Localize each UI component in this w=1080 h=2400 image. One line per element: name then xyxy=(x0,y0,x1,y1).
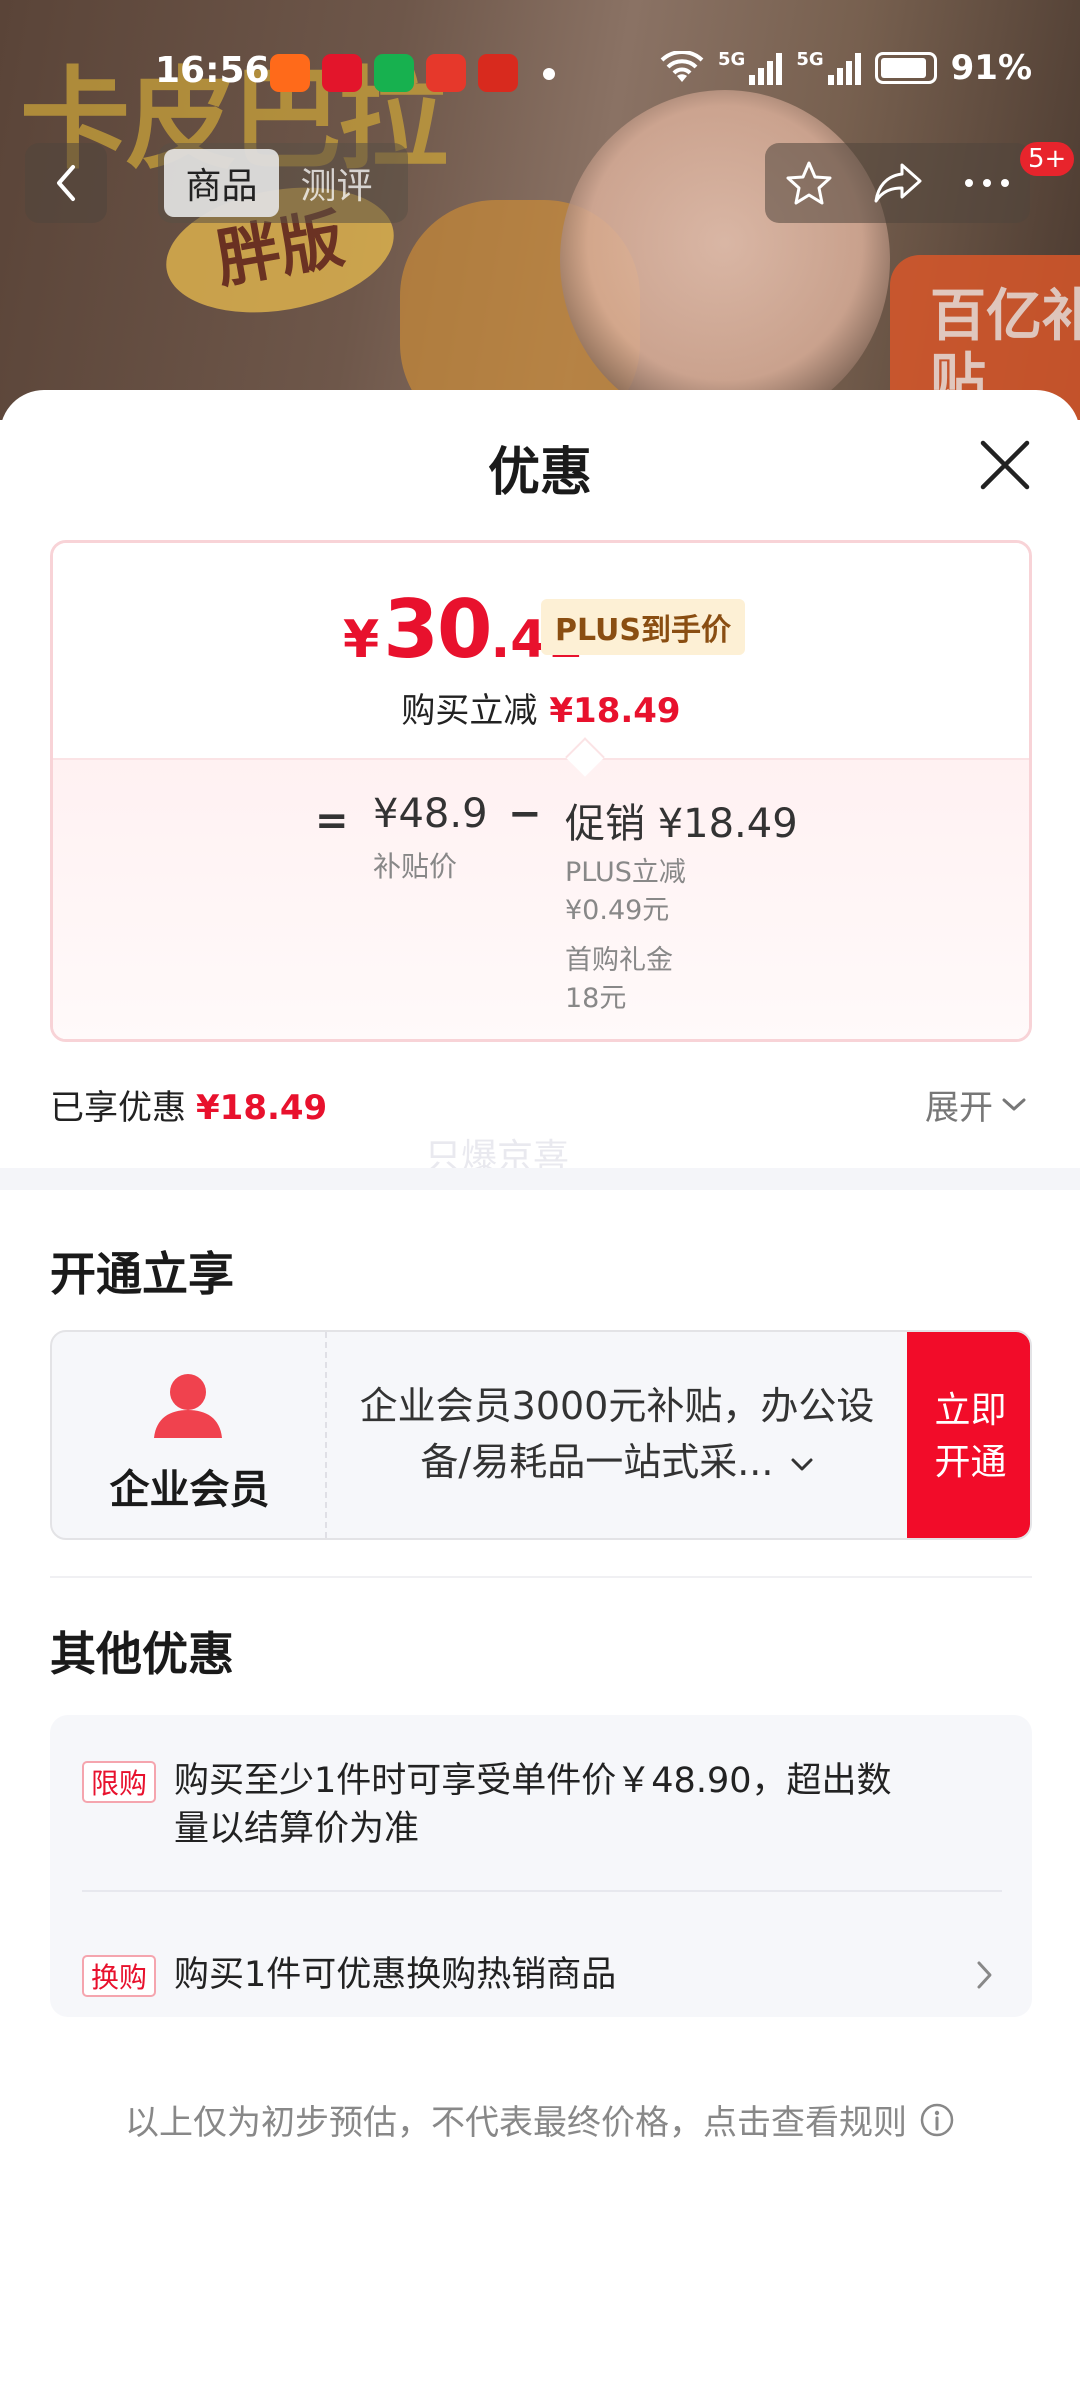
final-price-currency: ¥ xyxy=(343,610,380,670)
subsidy-price-label: 补贴价 xyxy=(373,850,458,883)
more-icon[interactable] xyxy=(963,177,1011,189)
offer-tag: 限购 xyxy=(82,1761,157,1803)
member-description[interactable]: 企业会员3000元补贴，办公设备/易耗品一站式采... xyxy=(352,1378,882,1490)
promo-line: ¥0.49元 xyxy=(565,895,670,926)
network-2-label: 5G xyxy=(796,49,824,70)
product-tabs: 商品 测评 xyxy=(158,143,408,223)
app-icon-5 xyxy=(478,54,518,92)
tab-review[interactable]: 测评 xyxy=(279,149,394,217)
enjoyed-discount-value: ¥18.49 xyxy=(196,1088,328,1128)
status-time: 16:56 xyxy=(155,50,270,91)
enjoyed-discount: 已享优惠 ¥18.49 xyxy=(50,1080,327,1129)
instant-discount: 购买立减 ¥18.49 xyxy=(53,683,1029,732)
member-name: 企业会员 xyxy=(109,1467,270,1513)
app-icon-1 xyxy=(270,54,310,92)
price-card: ¥ 30 .41 PLUS到手价 购买立减 ¥18.49 = ¥48.9 补贴价 … xyxy=(50,540,1032,1042)
chevron-right-icon[interactable] xyxy=(970,1955,1000,1995)
other-offers-card: 限购 购买至少1件时可享受单件价￥48.90，超出数量以结算价为准 换购 购买1… xyxy=(50,1715,1032,2017)
member-identity: 企业会员 xyxy=(52,1332,327,1538)
offer-limit-row: 限购 购买至少1件时可享受单件价￥48.90，超出数量以结算价为准 xyxy=(82,1757,1002,1853)
offer-tag: 换购 xyxy=(82,1955,157,1997)
open-membership-label: 立即开通 xyxy=(934,1390,1007,1483)
notification-app-icons xyxy=(270,54,518,92)
enjoyed-discount-label: 已享优惠 xyxy=(50,1088,186,1128)
offer-text: 购买至少1件时可享受单件价￥48.90，超出数量以结算价为准 xyxy=(174,1761,892,1849)
app-icon-2 xyxy=(322,54,362,92)
message-count-badge: 5+ xyxy=(1020,142,1075,176)
app-icon-4 xyxy=(426,54,466,92)
battery-percent: 91% xyxy=(950,48,1033,88)
instant-discount-label: 购买立减 xyxy=(401,691,538,731)
close-icon[interactable] xyxy=(975,435,1035,495)
share-icon[interactable] xyxy=(872,161,924,205)
chevron-down-icon xyxy=(791,1458,813,1470)
wifi-icon xyxy=(660,51,704,82)
signal-1: 5G xyxy=(718,49,783,85)
app-icon-3 xyxy=(374,54,414,92)
back-button[interactable] xyxy=(25,143,107,223)
expand-label: 展开 xyxy=(925,1088,993,1128)
equals-sign: = xyxy=(315,798,349,844)
battery-icon xyxy=(874,52,937,84)
final-price-integer: 30 xyxy=(383,583,492,676)
expand-button[interactable]: 展开 xyxy=(925,1080,1027,1129)
other-section-title: 其他优惠 xyxy=(50,1627,234,1681)
nav-actions xyxy=(765,143,1030,223)
more-notifications-dot xyxy=(543,68,555,80)
promo-line: 首购礼金 xyxy=(565,945,673,976)
open-membership-button[interactable]: 立即开通 xyxy=(907,1332,1030,1538)
signal-2: 5G xyxy=(796,49,861,85)
network-1-label: 5G xyxy=(718,49,746,70)
divider xyxy=(50,1576,1032,1578)
offer-separator xyxy=(82,1890,1002,1892)
subsidy-price: ¥48.9 xyxy=(373,791,488,837)
disclaimer-text: 以上仅为初步预估，不代表最终价格，点击查看规则 xyxy=(125,2103,907,2143)
chevron-left-icon xyxy=(57,165,75,201)
signal-bars-2-icon xyxy=(827,51,861,85)
promotion-total: 促销 ¥18.49 xyxy=(565,801,798,847)
status-bar: 16:56 5G 5G 91% xyxy=(0,44,1080,104)
offer-exchange-row[interactable]: 换购 购买1件可优惠换购热销商品 xyxy=(82,1951,1002,1999)
enterprise-member-card[interactable]: 企业会员 企业会员3000元补贴，办公设备/易耗品一站式采... 立即开通 xyxy=(50,1330,1032,1540)
promo-line: 18元 xyxy=(565,983,627,1014)
tab-product[interactable]: 商品 xyxy=(164,149,279,217)
offer-text: 购买1件可优惠换购热销商品 xyxy=(174,1955,617,1995)
promo-line: PLUS立减 xyxy=(565,857,686,888)
chevron-down-icon xyxy=(1002,1098,1026,1110)
star-favorite-icon[interactable] xyxy=(784,159,834,207)
instant-discount-value: ¥18.49 xyxy=(549,691,681,731)
model-face-shape xyxy=(560,90,890,420)
signal-bars-1-icon xyxy=(749,51,783,85)
info-icon xyxy=(920,2103,954,2136)
open-section-title: 开通立享 xyxy=(50,1247,234,1301)
discount-sheet: 优惠 ¥ 30 .41 PLUS到手价 购买立减 ¥18.49 = ¥48.9 补… xyxy=(0,390,1080,2400)
disclaimer-link[interactable]: 以上仅为初步预估，不代表最终价格，点击查看规则 xyxy=(0,2095,1080,2144)
section-divider xyxy=(0,1168,1080,1190)
sheet-title: 优惠 xyxy=(487,443,592,503)
plus-price-tag: PLUS到手价 xyxy=(541,599,746,655)
person-icon xyxy=(154,1374,222,1438)
minus-sign: − xyxy=(508,791,542,837)
